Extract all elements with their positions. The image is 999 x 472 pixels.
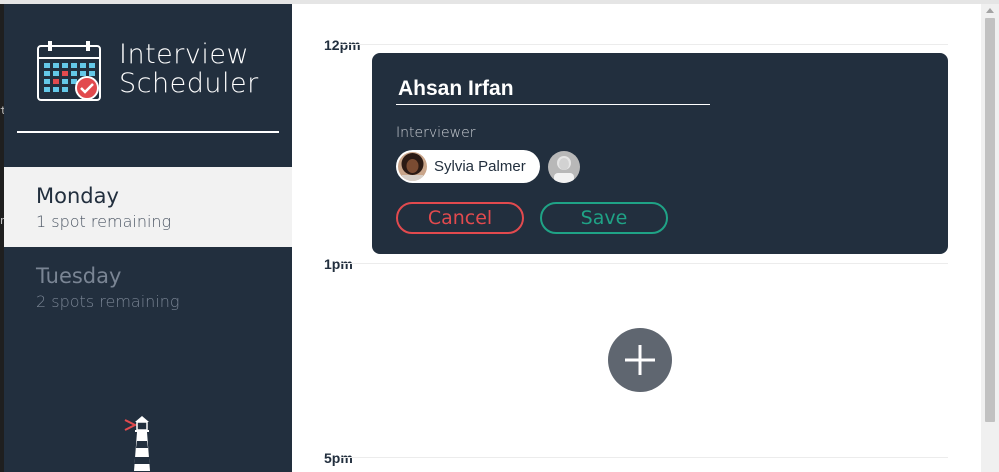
student-name-input[interactable] — [396, 73, 710, 105]
day-name: Tuesday — [36, 264, 122, 288]
lighthouse-icon — [124, 416, 150, 471]
plus-icon — [625, 345, 655, 375]
app-title: Interview Scheduler — [119, 40, 259, 98]
cancel-button[interactable]: Cancel — [396, 202, 524, 234]
day-name: Monday — [36, 184, 119, 208]
app-title-line2: Scheduler — [119, 68, 259, 99]
day-item-monday[interactable]: Monday 1 spot remaining — [4, 167, 292, 247]
appointment-form: Interviewer Sylvia Palmer Cancel Save — [372, 53, 948, 254]
interviewer-avatar-option[interactable] — [548, 151, 580, 183]
sidebar: Interview Scheduler Monday 1 spot remain… — [4, 4, 292, 472]
scrollbar-thumb[interactable] — [985, 18, 995, 422]
scrollbar[interactable] — [981, 4, 999, 472]
sidebar-divider — [17, 131, 279, 133]
time-slot-label: 1pm — [324, 256, 353, 272]
calendar-check-icon — [37, 41, 101, 101]
day-spots-remaining: 2 spots remaining — [36, 292, 180, 311]
add-appointment-button[interactable] — [608, 328, 672, 392]
scroll-up-arrow-icon[interactable] — [986, 8, 994, 13]
time-slot-line — [340, 44, 948, 45]
app-frame: Interview Scheduler Monday 1 spot remain… — [4, 4, 981, 472]
interviewer-name: Sylvia Palmer — [434, 158, 526, 175]
time-slot-label: 5pm — [324, 450, 353, 466]
time-slot-line — [340, 457, 948, 458]
interviewer-chip-selected[interactable]: Sylvia Palmer — [396, 150, 540, 183]
schedule: 12pm Interviewer Sylvia Palmer Cance — [292, 4, 981, 472]
day-item-tuesday[interactable]: Tuesday 2 spots remaining — [4, 247, 292, 327]
time-slot-label: 12pm — [324, 37, 361, 53]
save-button[interactable]: Save — [540, 202, 668, 234]
app-title-line1: Interview — [119, 39, 250, 70]
day-spots-remaining: 1 spot remaining — [36, 212, 172, 231]
time-slot-line — [340, 263, 948, 264]
interviewer-avatar — [398, 152, 427, 181]
interviewer-label: Interviewer — [396, 125, 476, 141]
